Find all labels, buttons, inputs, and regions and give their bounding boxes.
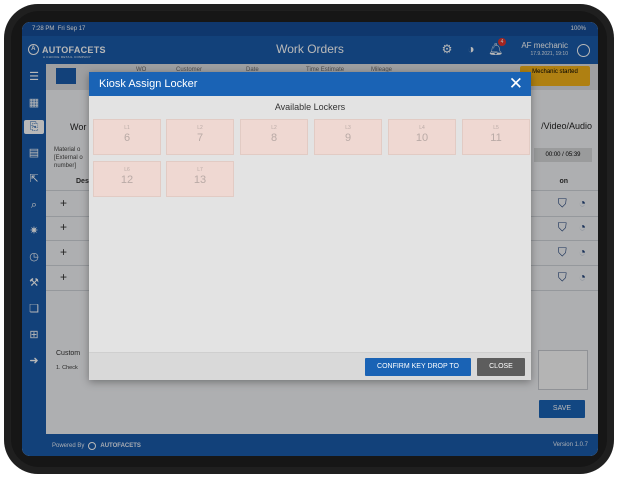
- locker-tile[interactable]: L5 11: [462, 119, 530, 155]
- locker-tile[interactable]: L2 7: [166, 119, 234, 155]
- dialog-title: Kiosk Assign Locker: [99, 78, 198, 90]
- close-icon[interactable]: ✕: [509, 74, 523, 94]
- kiosk-assign-locker-dialog: Kiosk Assign Locker ✕ Available Lockers …: [89, 72, 531, 380]
- close-button[interactable]: CLOSE: [477, 358, 525, 376]
- dialog-footer: CONFIRM KEY DROP TO CLOSE: [89, 352, 531, 380]
- locker-tile[interactable]: L7 13: [166, 161, 234, 197]
- locker-tile[interactable]: L6 12: [93, 161, 161, 197]
- locker-tile[interactable]: L3 9: [314, 119, 382, 155]
- locker-tile[interactable]: L4 10: [388, 119, 456, 155]
- available-lockers-title: Available Lockers: [274, 102, 346, 112]
- locker-tile[interactable]: L1 6: [93, 119, 161, 155]
- dialog-header: Kiosk Assign Locker ✕: [89, 72, 531, 96]
- app-screen: 7:28 PM Fri Sep 17 100% A AUTOFACETS A C…: [22, 22, 598, 456]
- locker-tile[interactable]: L2 8: [240, 119, 308, 155]
- confirm-key-drop-button[interactable]: CONFIRM KEY DROP TO: [365, 358, 471, 376]
